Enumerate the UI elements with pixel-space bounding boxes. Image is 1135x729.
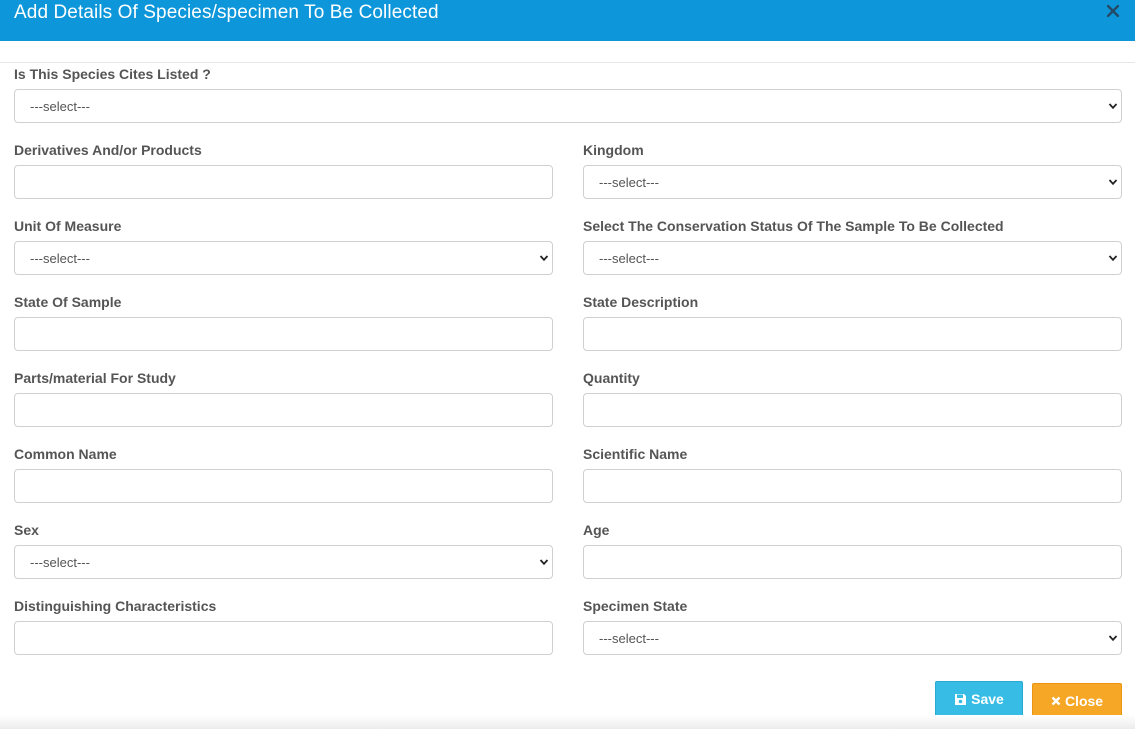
cites-listed-value: ---select--- [30, 98, 90, 114]
scientific-name-input[interactable] [583, 469, 1122, 503]
state-of-sample-input[interactable] [14, 317, 553, 351]
parts-material-input[interactable] [14, 393, 553, 427]
cites-listed-select[interactable]: ---select--- [14, 89, 1122, 123]
x-icon [1051, 696, 1061, 706]
age-label: Age [583, 522, 610, 538]
modal-header: Add Details Of Species/specimen To Be Co… [0, 0, 1135, 41]
close-icon [1107, 5, 1119, 17]
state-description-input[interactable] [583, 317, 1122, 351]
distinguishing-characteristics-input[interactable] [14, 621, 553, 655]
chevron-down-icon [1108, 103, 1118, 110]
sex-label: Sex [14, 522, 39, 538]
conservation-status-value: ---select--- [599, 250, 659, 266]
state-description-label: State Description [583, 294, 699, 310]
close-button[interactable]: Close [1032, 683, 1122, 719]
cites-listed-label: Is This Species Cites Listed ? [14, 66, 211, 82]
header-divider [0, 62, 1135, 63]
sex-value: ---select--- [30, 554, 90, 570]
sex-select[interactable]: ---select--- [14, 545, 553, 579]
chevron-down-icon [1108, 255, 1118, 262]
floppy-disk-icon [955, 693, 967, 705]
distinguishing-characteristics-label: Distinguishing Characteristics [14, 598, 217, 614]
modal-bottom-shadow [0, 715, 1135, 729]
specimen-state-select[interactable]: ---select--- [583, 621, 1122, 655]
unit-of-measure-label: Unit Of Measure [14, 218, 122, 234]
derivatives-input[interactable] [14, 165, 553, 199]
save-button[interactable]: Save [935, 681, 1023, 717]
quantity-label: Quantity [583, 370, 640, 386]
chevron-down-icon [1108, 635, 1118, 642]
unit-of-measure-value: ---select--- [30, 250, 90, 266]
quantity-input[interactable] [583, 393, 1122, 427]
save-button-label: Save [971, 691, 1004, 707]
derivatives-label: Derivatives And/or Products [14, 142, 202, 158]
state-of-sample-label: State Of Sample [14, 294, 122, 310]
chevron-down-icon [1108, 179, 1118, 186]
conservation-status-label: Select The Conservation Status Of The Sa… [583, 218, 1004, 234]
age-input[interactable] [583, 545, 1122, 579]
chevron-down-icon [539, 255, 549, 262]
common-name-input[interactable] [14, 469, 553, 503]
common-name-label: Common Name [14, 446, 117, 462]
specimen-state-label: Specimen State [583, 598, 688, 614]
kingdom-value: ---select--- [599, 174, 659, 190]
specimen-state-value: ---select--- [599, 630, 659, 646]
modal-title: Add Details Of Species/specimen To Be Co… [14, 2, 439, 23]
scientific-name-label: Scientific Name [583, 446, 688, 462]
kingdom-label: Kingdom [583, 142, 644, 158]
kingdom-select[interactable]: ---select--- [583, 165, 1122, 199]
close-button-label: Close [1064, 693, 1104, 709]
modal-close-button[interactable] [1104, 1, 1122, 21]
conservation-status-select[interactable]: ---select--- [583, 241, 1122, 275]
parts-material-label: Parts/material For Study [14, 370, 176, 386]
chevron-down-icon [539, 559, 549, 566]
unit-of-measure-select[interactable]: ---select--- [14, 241, 553, 275]
